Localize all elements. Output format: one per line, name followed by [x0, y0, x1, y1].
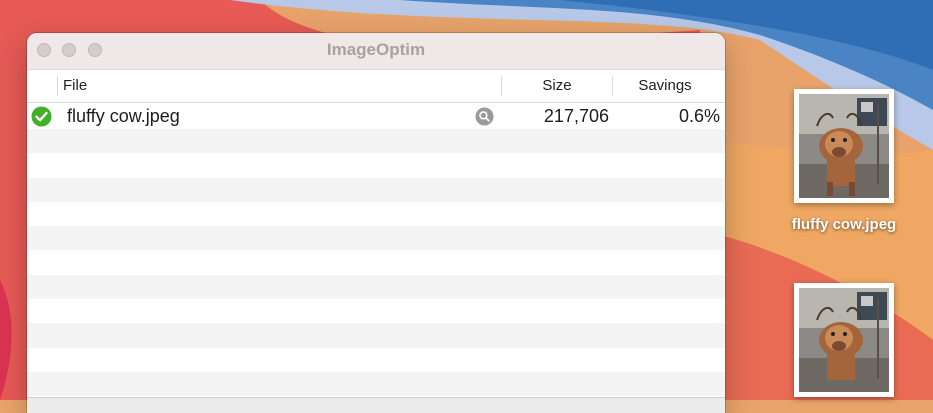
file-savings: 0.6%: [678, 106, 720, 126]
file-table: fluffy cow.jpeg 217,706 0.6%: [27, 103, 725, 397]
title-bar[interactable]: ImageOptim: [27, 33, 725, 70]
table-row[interactable]: fluffy cow.jpeg 217,706 0.6%: [27, 103, 725, 129]
desktop-file-icon[interactable]: [794, 283, 894, 397]
empty-row: [27, 177, 725, 202]
photo-thumbnail-icon: [799, 94, 889, 198]
window-title: ImageOptim: [326, 40, 426, 59]
empty-row: [27, 129, 725, 154]
file-size: 217,706: [543, 106, 609, 126]
empty-row: [27, 202, 725, 226]
imageoptim-window: ImageOptim File Size Savings fluffy cow.…: [27, 33, 725, 413]
column-header-file[interactable]: File: [63, 70, 87, 102]
empty-row: [27, 153, 725, 177]
empty-row: [27, 250, 725, 274]
empty-row: [27, 299, 725, 323]
column-header-size[interactable]: Size: [502, 70, 612, 102]
table-header: File Size Savings: [27, 70, 725, 103]
window-bottom-bar: [27, 397, 725, 413]
empty-row: [27, 274, 725, 300]
empty-row: [27, 348, 725, 372]
photo-thumbnail-icon: [799, 288, 889, 392]
desktop-file-label[interactable]: fluffy cow.jpeg: [770, 216, 918, 233]
column-header-savings[interactable]: Savings: [613, 70, 717, 102]
desktop-file-icon[interactable]: [794, 89, 894, 203]
file-name: fluffy cow.jpeg: [67, 106, 180, 126]
magnifier-icon[interactable]: [475, 107, 494, 126]
empty-row: [27, 226, 725, 251]
check-circle-icon: [31, 106, 52, 127]
empty-row: [27, 371, 725, 397]
empty-row: [27, 323, 725, 348]
column-separator[interactable]: [57, 76, 58, 96]
